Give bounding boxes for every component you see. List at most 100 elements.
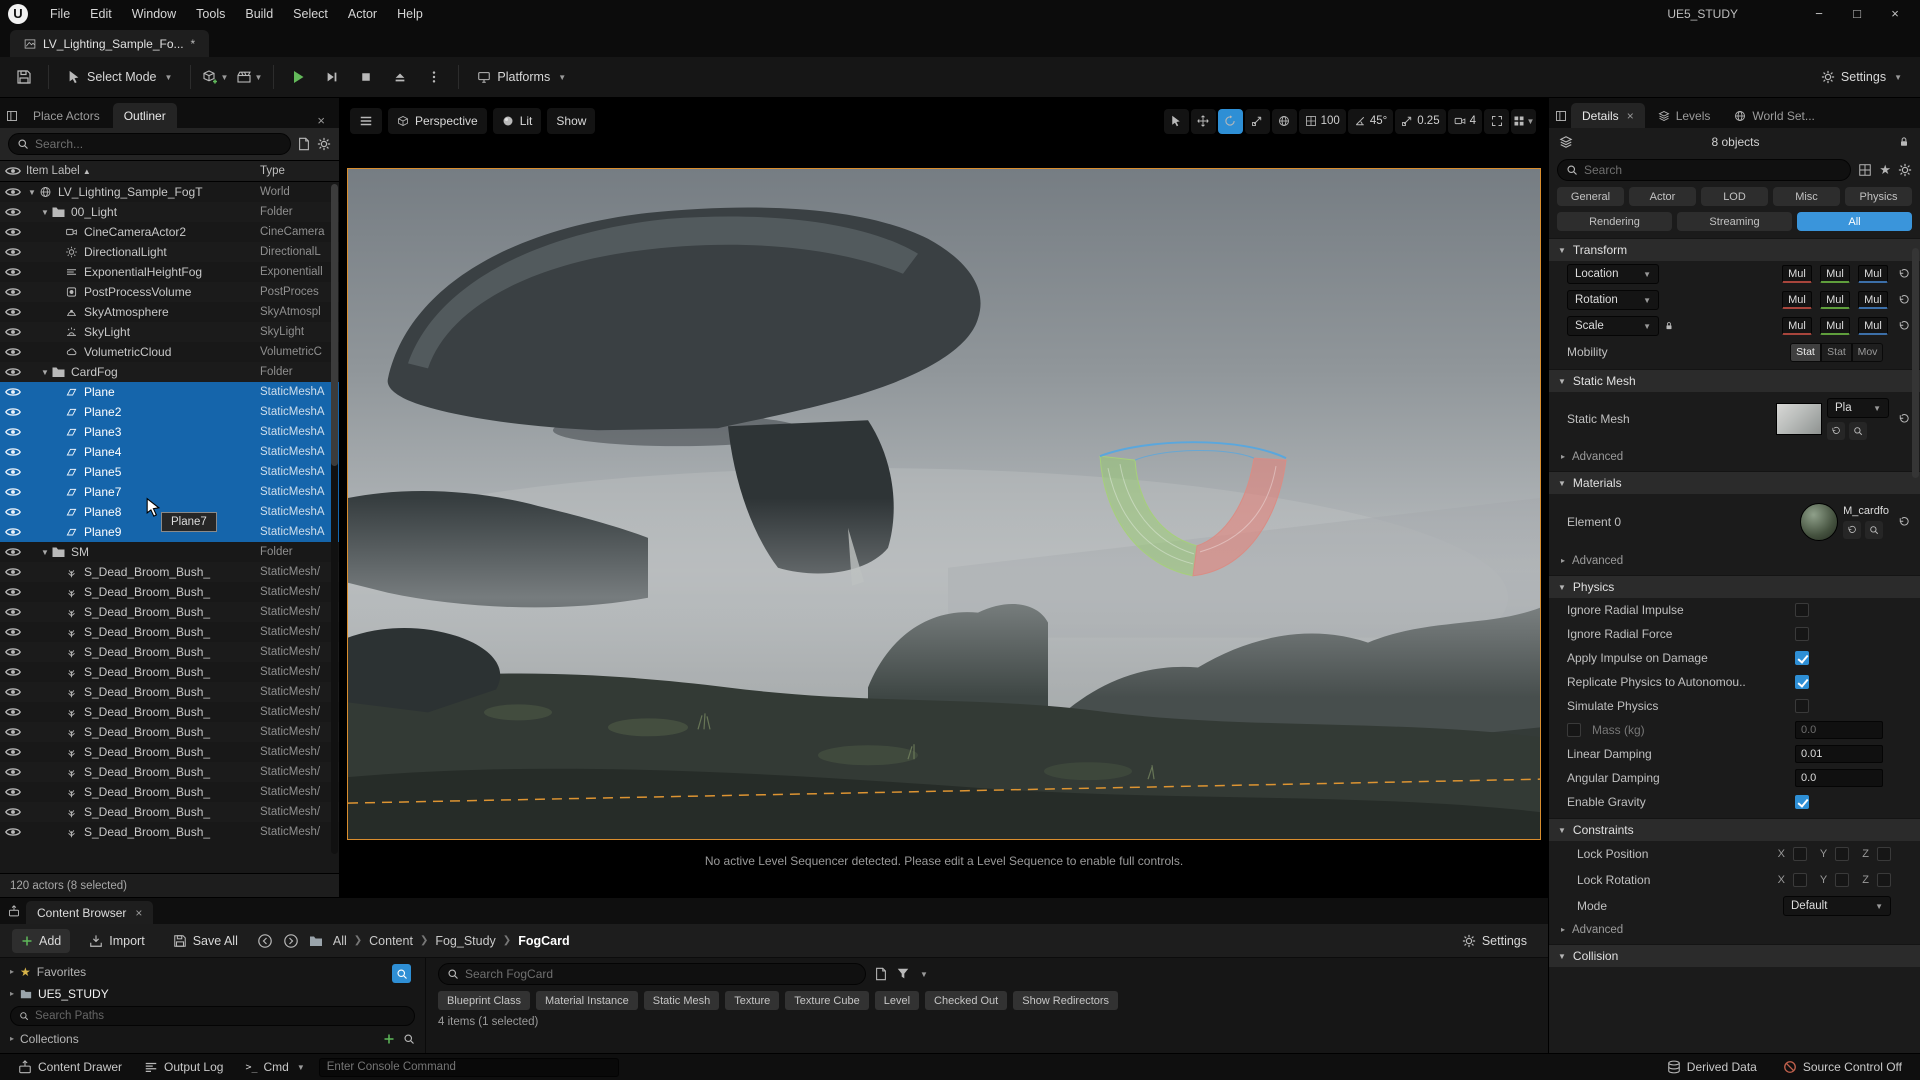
play-button[interactable] — [284, 63, 312, 91]
collections-item[interactable]: ▸ Collections — [10, 1029, 415, 1048]
axis-value-field[interactable]: Mul — [1820, 291, 1850, 309]
use-selected-icon[interactable] — [1843, 521, 1861, 539]
visibility-eye-icon[interactable] — [0, 186, 26, 198]
outliner-presets-icon[interactable] — [297, 137, 311, 151]
frame-skip-button[interactable] — [318, 63, 346, 91]
menu-file[interactable]: File — [40, 3, 80, 25]
outliner-search-input[interactable] — [35, 137, 282, 151]
menu-window[interactable]: Window — [122, 3, 186, 25]
outliner-row[interactable]: S_Dead_Broom_Bush_StaticMesh/ — [0, 662, 339, 682]
back-button[interactable] — [257, 933, 273, 949]
filter-streaming[interactable]: Streaming — [1677, 212, 1792, 231]
outliner-row[interactable]: S_Dead_Broom_Bush_StaticMesh/ — [0, 802, 339, 822]
mobility-option[interactable]: Stat — [1821, 343, 1852, 362]
override-checkbox[interactable] — [1567, 723, 1581, 737]
visibility-eye-icon[interactable] — [0, 586, 26, 598]
outliner-row[interactable]: ▼LV_Lighting_Sample_FogTWorld — [0, 182, 339, 202]
use-selected-icon[interactable] — [1827, 422, 1845, 440]
visibility-eye-icon[interactable] — [0, 726, 26, 738]
visibility-eye-icon[interactable] — [0, 446, 26, 458]
menu-select[interactable]: Select — [283, 3, 338, 25]
outliner-row[interactable]: Plane2StaticMeshA — [0, 402, 339, 422]
axis-value-field[interactable]: Mul — [1858, 265, 1888, 283]
reset-icon[interactable] — [1898, 294, 1910, 306]
maximize-button[interactable]: □ — [1840, 2, 1874, 26]
checkbox[interactable] — [1795, 795, 1809, 809]
visibility-eye-icon[interactable] — [0, 646, 26, 658]
maximize-viewport-button[interactable] — [1484, 109, 1509, 134]
outliner-row[interactable]: ▼CardFogFolder — [0, 362, 339, 382]
axis-checkbox-z[interactable] — [1877, 847, 1891, 861]
visibility-eye-icon[interactable] — [0, 366, 26, 378]
outliner-row[interactable]: SkyAtmosphereSkyAtmospl — [0, 302, 339, 322]
filter-chip[interactable]: Show Redirectors — [1013, 991, 1118, 1010]
visibility-eye-icon[interactable] — [0, 286, 26, 298]
checkbox[interactable] — [1795, 651, 1809, 665]
axis-value-field[interactable]: Mul — [1782, 265, 1812, 283]
static-mesh-thumbnail[interactable] — [1776, 403, 1822, 435]
visibility-eye-icon[interactable] — [0, 326, 26, 338]
menu-build[interactable]: Build — [235, 3, 283, 25]
axis-checkbox-x[interactable] — [1793, 873, 1807, 887]
reset-icon[interactable] — [1898, 320, 1910, 332]
visibility-column-icon[interactable] — [0, 165, 26, 177]
asset-tab[interactable]: LV_Lighting_Sample_Fo... * — [10, 30, 209, 57]
details-search-input[interactable] — [1584, 163, 1842, 177]
outliner-row[interactable]: VolumetricCloudVolumetricC — [0, 342, 339, 362]
outliner-row[interactable]: S_Dead_Broom_Bush_StaticMesh/ — [0, 742, 339, 762]
scale-snap-control[interactable]: 0.25 — [1395, 109, 1445, 134]
scale-dropdown[interactable]: Scale▼ — [1567, 316, 1659, 336]
outliner-row[interactable]: S_Dead_Broom_Bush_StaticMesh/ — [0, 762, 339, 782]
outliner-row[interactable]: S_Dead_Broom_Bush_StaticMesh/ — [0, 782, 339, 802]
asset-search-input[interactable] — [465, 967, 857, 981]
reset-icon[interactable] — [1898, 268, 1910, 280]
visibility-eye-icon[interactable] — [0, 406, 26, 418]
outliner-row[interactable]: PostProcessVolumePostProces — [0, 282, 339, 302]
search-collections-icon[interactable] — [403, 1033, 415, 1045]
checkbox[interactable] — [1795, 603, 1809, 617]
tab-outliner[interactable]: Outliner — [113, 103, 177, 128]
visibility-eye-icon[interactable] — [0, 606, 26, 618]
outliner-row[interactable]: S_Dead_Broom_Bush_StaticMesh/ — [0, 562, 339, 582]
eject-button[interactable] — [386, 63, 414, 91]
cinematics-button[interactable]: ▼ — [235, 63, 263, 91]
close-button[interactable]: × — [1878, 2, 1912, 26]
favorites-star-icon[interactable]: ★ — [1879, 162, 1891, 178]
filter-chip[interactable]: Static Mesh — [644, 991, 719, 1010]
world-local-toggle[interactable] — [1272, 109, 1297, 134]
save-button[interactable] — [10, 63, 38, 91]
breadcrumb-item[interactable]: Fog_Study — [435, 934, 495, 948]
filter-actor[interactable]: Actor — [1629, 187, 1696, 206]
axis-value-field[interactable]: Mul — [1858, 317, 1888, 335]
menu-actor[interactable]: Actor — [338, 3, 387, 25]
settings-dropdown[interactable]: Settings ▼ — [1813, 64, 1910, 90]
section-constraints[interactable]: ▼Constraints — [1549, 818, 1920, 841]
rotate-tool[interactable] — [1218, 109, 1243, 134]
mobility-option[interactable]: Mov — [1852, 343, 1883, 362]
derived-data-button[interactable]: Derived Data — [1659, 1057, 1765, 1077]
add-collection-icon[interactable] — [383, 1033, 395, 1045]
visibility-eye-icon[interactable] — [0, 806, 26, 818]
checkbox[interactable] — [1795, 699, 1809, 713]
axis-checkbox-y[interactable] — [1835, 847, 1849, 861]
outliner-row[interactable]: PlaneStaticMeshA — [0, 382, 339, 402]
outliner-row[interactable]: Plane3StaticMeshA — [0, 422, 339, 442]
browse-to-asset-icon[interactable] — [1849, 422, 1867, 440]
view-mode-dropdown[interactable]: Lit — [493, 108, 542, 134]
checkbox[interactable] — [1795, 675, 1809, 689]
advanced-expander[interactable]: ▸Advanced — [1549, 550, 1920, 571]
rotation-dropdown[interactable]: Rotation▼ — [1567, 290, 1659, 310]
filter-all[interactable]: All — [1797, 212, 1912, 231]
outliner-row[interactable]: S_Dead_Broom_Bush_StaticMesh/ — [0, 582, 339, 602]
tab-details[interactable]: Details × — [1571, 103, 1645, 128]
axis-value-field[interactable]: Mul — [1858, 291, 1888, 309]
tab-content-browser[interactable]: Content Browser × — [26, 901, 153, 924]
visibility-eye-icon[interactable] — [0, 386, 26, 398]
details-scrollbar[interactable] — [1912, 248, 1919, 478]
grid-snap-control[interactable]: 100 — [1299, 109, 1346, 134]
reset-icon[interactable] — [1898, 413, 1910, 425]
camera-speed-control[interactable]: 4 — [1448, 109, 1482, 134]
tab-world-settings[interactable]: World Set... — [1723, 103, 1825, 128]
outliner-row[interactable]: Plane5StaticMeshA — [0, 462, 339, 482]
section-static-mesh[interactable]: ▼Static Mesh — [1549, 369, 1920, 392]
